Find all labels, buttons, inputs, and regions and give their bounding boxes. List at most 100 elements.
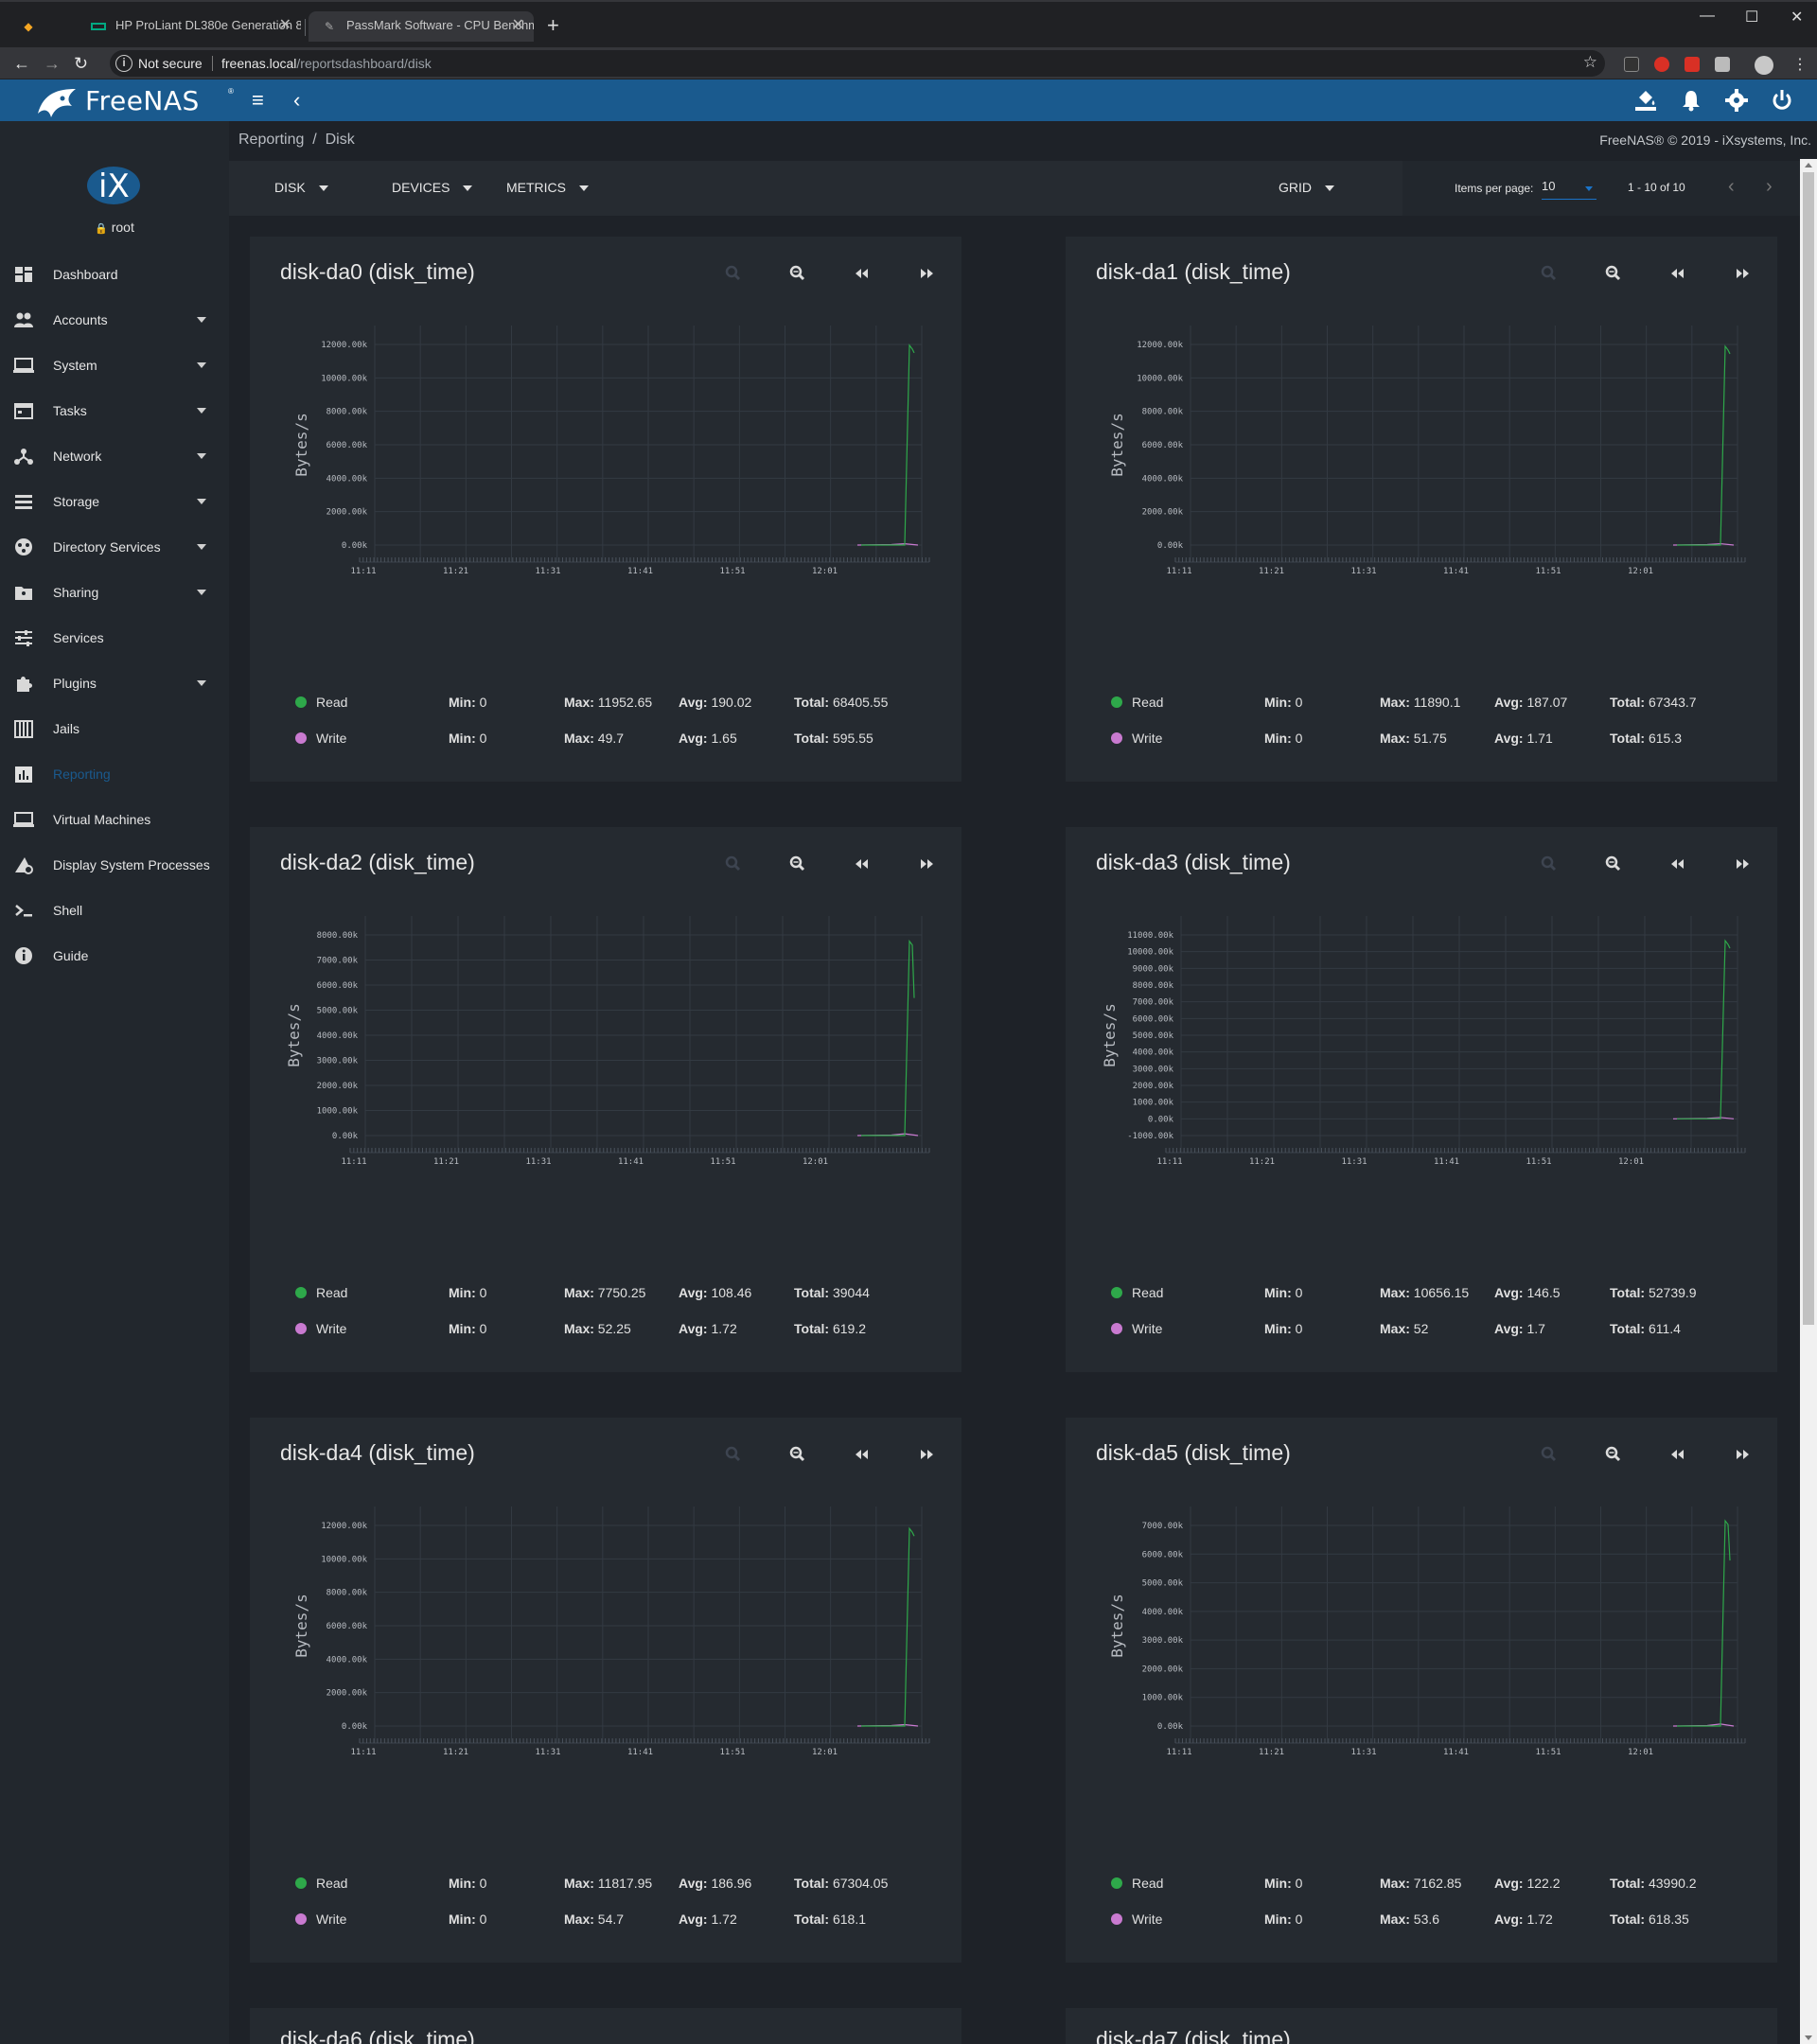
chart-plot[interactable]: 11000.00k 10000.00k 9000.00k 8000.00k 7000.0… — [1066, 903, 1777, 1215]
sidebar-item-guide[interactable]: Guide — [0, 933, 229, 978]
reload-icon[interactable]: ↻ — [74, 53, 88, 74]
fast-forward-icon[interactable] — [916, 855, 937, 872]
minimize-icon[interactable]: — — [1700, 8, 1715, 25]
back-icon[interactable]: ← — [13, 53, 30, 74]
devices-dropdown-button[interactable]: DEVICES — [392, 180, 473, 195]
chart-plot[interactable]: 12000.00k 10000.00k 8000.00k 6000.00k 4000.0… — [250, 312, 961, 625]
rewind-icon[interactable] — [852, 265, 873, 282]
zoom-reset-icon[interactable] — [723, 855, 744, 872]
fast-forward-icon[interactable] — [1732, 265, 1753, 282]
breadcrumb[interactable]: Reporting / Disk — [238, 132, 355, 149]
legend-row-write[interactable]: Write Min: 0 Max: 54.7 Avg: 1.72 Total: 618.… — [295, 1911, 939, 1929]
fast-forward-icon[interactable] — [916, 265, 937, 282]
fast-forward-icon[interactable] — [1732, 855, 1753, 872]
previous-page-icon[interactable]: ‹ — [1728, 176, 1735, 198]
legend-row-write[interactable]: Write Min: 0 Max: 51.75 Avg: 1.71 Total: 615… — [1111, 730, 1755, 749]
sidebar-item-sharing[interactable]: Sharing — [0, 570, 229, 615]
zoom-out-icon[interactable] — [1603, 855, 1624, 872]
sidebar-item-system[interactable]: System — [0, 343, 229, 388]
disk-dropdown-button[interactable]: DISK — [274, 180, 328, 195]
chart-plot[interactable]: 12000.00k 10000.00k 8000.00k 6000.00k 4000.0… — [250, 1493, 961, 1806]
legend-row-read[interactable]: Read Min: 0 Max: 7750.25 Avg: 108.46 Total: … — [295, 1284, 939, 1303]
close-window-icon[interactable]: ✕ — [1791, 8, 1803, 26]
collapse-sidebar-icon[interactable]: ‹ — [293, 89, 300, 112]
chart-plot[interactable]: 8000.00k 7000.00k 6000.00k 5000.00k 4000.00k… — [250, 903, 961, 1215]
legend-row-read[interactable]: Read Min: 0 Max: 11817.95 Avg: 186.96 Total:… — [295, 1875, 939, 1894]
scroll-down-icon[interactable] — [1805, 2035, 1812, 2040]
rewind-icon[interactable] — [1667, 265, 1688, 282]
sidebar-item-network[interactable]: Network — [0, 433, 229, 479]
legend-row-write[interactable]: Write Min: 0 Max: 52.25 Avg: 1.72 Total: 619… — [295, 1320, 939, 1339]
zoom-out-icon[interactable] — [1603, 265, 1624, 282]
browser-tab-pinned[interactable]: ◆ — [8, 11, 42, 42]
rewind-icon[interactable] — [852, 855, 873, 872]
new-tab-button[interactable]: + — [547, 13, 559, 38]
legend-row-write[interactable]: Write Min: 0 Max: 49.7 Avg: 1.65 Total: 595.… — [295, 730, 939, 749]
zoom-reset-icon[interactable] — [723, 1446, 744, 1463]
zoom-reset-icon[interactable] — [1539, 265, 1560, 282]
chart-plot[interactable]: 7000.00k 6000.00k 5000.00k 4000.00k 3000.00k… — [1066, 1493, 1777, 1806]
theme-bucket-icon[interactable] — [1633, 88, 1658, 113]
fast-forward-icon[interactable] — [1732, 1446, 1753, 1463]
rewind-icon[interactable] — [1667, 855, 1688, 872]
legend-row-read[interactable]: Read Min: 0 Max: 10656.15 Avg: 146.5 Total: … — [1111, 1284, 1755, 1303]
forward-icon[interactable]: → — [44, 53, 61, 74]
sidebar-item-directory-services[interactable]: Directory Services — [0, 524, 229, 570]
next-page-icon[interactable]: › — [1766, 176, 1773, 198]
items-per-page-select[interactable]: 10 — [1542, 179, 1596, 200]
info-icon[interactable]: i — [115, 55, 132, 72]
zoom-out-icon[interactable] — [787, 855, 808, 872]
browser-menu-icon[interactable]: ⋮ — [1792, 55, 1808, 74]
extension-4-icon[interactable] — [1715, 57, 1730, 72]
notifications-bell-icon[interactable] — [1679, 88, 1703, 113]
omnibox[interactable]: i Not secure freenas.local/reportsdashbo… — [110, 50, 1605, 77]
sidebar-item-jails[interactable]: Jails — [0, 706, 229, 751]
legend-row-read[interactable]: Read Min: 0 Max: 11890.1 Avg: 187.07 Total: … — [1111, 694, 1755, 713]
fast-forward-icon[interactable] — [916, 1446, 937, 1463]
maximize-icon[interactable]: ☐ — [1745, 8, 1758, 26]
sidebar-item-shell[interactable]: Shell — [0, 888, 229, 933]
sidebar-item-storage[interactable]: Storage — [0, 479, 229, 524]
scroll-up-icon[interactable] — [1805, 163, 1812, 167]
rewind-icon[interactable] — [1667, 1446, 1688, 1463]
settings-gear-icon[interactable] — [1724, 88, 1749, 113]
sidebar-item-virtual-machines[interactable]: Virtual Machines — [0, 797, 229, 842]
sidebar-item-dashboard[interactable]: Dashboard — [0, 252, 229, 297]
page-scrollbar[interactable] — [1800, 159, 1817, 2044]
extension-2-icon[interactable] — [1654, 57, 1669, 72]
profile-avatar[interactable] — [1755, 56, 1773, 75]
zoom-out-icon[interactable] — [1603, 1446, 1624, 1463]
sidebar-item-accounts[interactable]: Accounts — [0, 297, 229, 343]
power-icon[interactable] — [1770, 88, 1794, 113]
scrollbar-thumb[interactable] — [1803, 172, 1814, 1325]
zoom-out-icon[interactable] — [787, 1446, 808, 1463]
menu-toggle-icon[interactable]: ≡ — [252, 89, 264, 112]
chart-plot[interactable]: 12000.00k 10000.00k 8000.00k 6000.00k 4000.0… — [1066, 312, 1777, 625]
sidebar-item-plugins[interactable]: Plugins — [0, 661, 229, 706]
bookmark-star-icon[interactable]: ☆ — [1583, 53, 1597, 72]
zoom-reset-icon[interactable] — [1539, 1446, 1560, 1463]
zoom-reset-icon[interactable] — [723, 265, 744, 282]
tab-close-icon[interactable]: ✕ — [279, 11, 291, 40]
sidebar-item-tasks[interactable]: Tasks — [0, 388, 229, 433]
sidebar-item-reporting[interactable]: Reporting — [0, 751, 229, 797]
y-axis-label: Bytes/s — [1101, 1003, 1119, 1066]
legend-row-read[interactable]: Read Min: 0 Max: 11952.65 Avg: 190.02 Total:… — [295, 694, 939, 713]
metrics-dropdown-button[interactable]: METRICS — [506, 180, 589, 195]
adblock-icon[interactable] — [1685, 57, 1700, 72]
legend-row-read[interactable]: Read Min: 0 Max: 7162.85 Avg: 122.2 Total: 4… — [1111, 1875, 1755, 1894]
sidebar-item-services[interactable]: Services — [0, 615, 229, 661]
extension-1-icon[interactable] — [1624, 57, 1639, 72]
tab-close-icon[interactable]: ✕ — [512, 11, 524, 40]
sidebar-item-display-system-processes[interactable]: Display System Processes — [0, 842, 229, 888]
grid-dropdown-button[interactable]: GRID — [1279, 180, 1334, 195]
legend-row-write[interactable]: Write Min: 0 Max: 52 Avg: 1.7 Total: 611.4 — [1111, 1320, 1755, 1339]
zoom-out-icon[interactable] — [787, 265, 808, 282]
browser-tab-hp[interactable]: HP ProLiant DL380e Generation 8 ✕ — [78, 11, 301, 42]
legend-max-value: 51.75 — [1413, 731, 1447, 746]
browser-tab-passmark[interactable]: ✎ PassMark Software - CPU Benchmarks ✕ — [309, 11, 534, 42]
url-text[interactable]: freenas.local/reportsdashboard/disk — [221, 56, 432, 71]
rewind-icon[interactable] — [852, 1446, 873, 1463]
zoom-reset-icon[interactable] — [1539, 855, 1560, 872]
legend-row-write[interactable]: Write Min: 0 Max: 53.6 Avg: 1.72 Total: 618.… — [1111, 1911, 1755, 1929]
